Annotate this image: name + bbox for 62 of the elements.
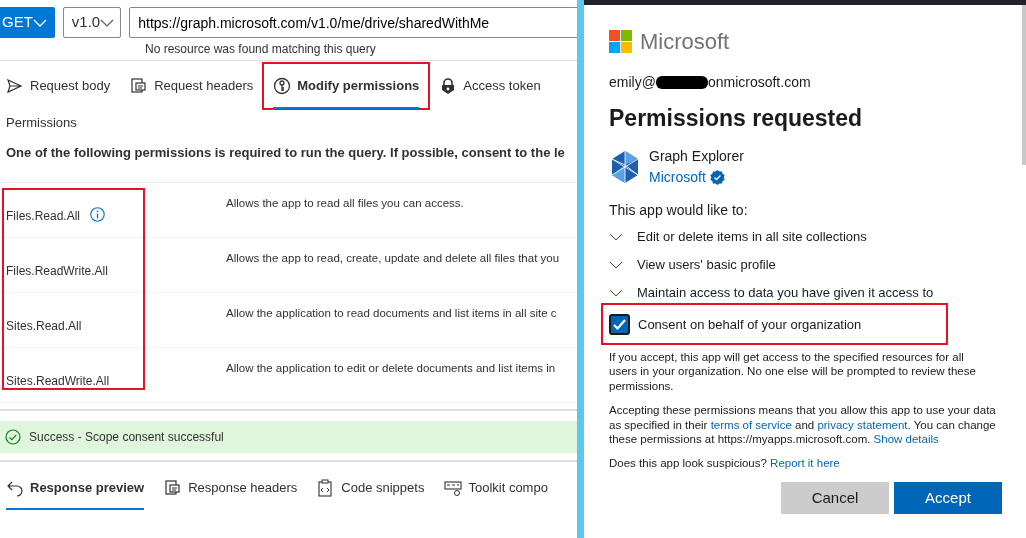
undo-arrow-icon (6, 479, 24, 497)
redaction-bar (655, 76, 708, 89)
scope-item: Edit or delete items in all site collections (637, 227, 867, 246)
app-icon (609, 149, 641, 184)
logo-icon (609, 30, 632, 53)
version-dropdown[interactable]: v1.0 (62, 7, 122, 38)
permission-name: Sites.Read.All (6, 318, 82, 335)
checkbox[interactable] (609, 314, 630, 335)
chevron-down-icon[interactable] (609, 232, 623, 241)
email-text: onmicrosoft.com (707, 73, 811, 92)
permissions-note: One of the following permissions is required to run the query. If possible, consent to the le (6, 143, 566, 162)
dialog-title: Permissions requested (609, 104, 864, 133)
intro-text: This app would like to: (609, 200, 749, 220)
send-icon (6, 77, 24, 95)
check-icon (613, 319, 626, 330)
report-text: Does this app look suspicious? Report it here (609, 455, 841, 470)
chevron-down-icon[interactable] (609, 288, 623, 297)
notice-text: If you accept, this app will get access to the specified resources for all users in your organization. No one else will be prompted to review these permissions. (609, 349, 977, 393)
section-title: Permissions (6, 114, 78, 132)
permission-description: Allow the application to read documents and list items in all site c (226, 306, 557, 321)
link[interactable]: Report it here (770, 456, 840, 469)
terms-text: Accepting these permissions means that you allow this app to use your data as specified in their terms of service and privacy statement. You can change these permissions at https://myapps.microsoft.com. Show details (609, 403, 997, 447)
permission-name: Files.ReadWrite.All (6, 263, 108, 280)
dialog-button[interactable]: Cancel (781, 482, 889, 514)
brand-name: Microsoft (640, 28, 730, 56)
chevron-down-icon[interactable] (609, 260, 623, 269)
keyboard-gear-icon (444, 479, 463, 497)
scope-item: Maintain access to data you have given it access to (637, 283, 934, 302)
tab[interactable]: Modify permissions (267, 67, 426, 105)
info-icon[interactable] (90, 207, 106, 222)
tab[interactable]: Toolkit compo (438, 470, 554, 506)
key-icon (273, 77, 292, 95)
permission-description: Allow the application to edit or delete documents and list items in (226, 361, 556, 376)
dialog-button[interactable]: Accept (894, 482, 1002, 514)
link[interactable]: Show details (873, 433, 939, 445)
check-circle-icon (5, 429, 21, 445)
permission-description: Allows the app to read all files you can access. (226, 196, 464, 211)
app-name: Graph Explorer (649, 146, 744, 166)
tab[interactable]: Request body (0, 67, 117, 105)
permission-name: Sites.ReadWrite.All (6, 373, 110, 390)
link[interactable]: privacy statement (817, 418, 908, 431)
chevron-down-icon (100, 18, 115, 27)
scrollbar[interactable] (1022, 5, 1026, 165)
hint-text: No resource was found matching this query (145, 41, 377, 58)
scope-item: View users' basic profile (637, 255, 776, 274)
status-message: Success - Scope consent successful (29, 429, 224, 446)
tab[interactable]: Code snippets (311, 470, 431, 506)
tab[interactable]: Response headers (158, 470, 304, 506)
chevron-down-icon (32, 18, 47, 27)
document-icon (130, 77, 149, 95)
url-field[interactable]: https://graph.microsoft.com/v1.0/me/drive/sharedWithMe (129, 7, 577, 38)
document-icon (164, 479, 183, 497)
permission-name: Files.Read.All (6, 208, 81, 225)
permission-description: Allows the app to read, create, update and delete all files that you (226, 251, 560, 266)
tab[interactable]: Request headers (124, 67, 260, 105)
checkbox-label: Consent on behalf of your organization (638, 315, 862, 334)
method-dropdown[interactable]: GET (0, 7, 55, 38)
email-text: emily@ (609, 73, 656, 92)
publisher-link[interactable]: Microsoft (649, 166, 706, 188)
tab[interactable]: Response preview (0, 470, 151, 506)
tab[interactable]: Access token (433, 67, 547, 105)
link[interactable]: terms of service (710, 418, 792, 431)
